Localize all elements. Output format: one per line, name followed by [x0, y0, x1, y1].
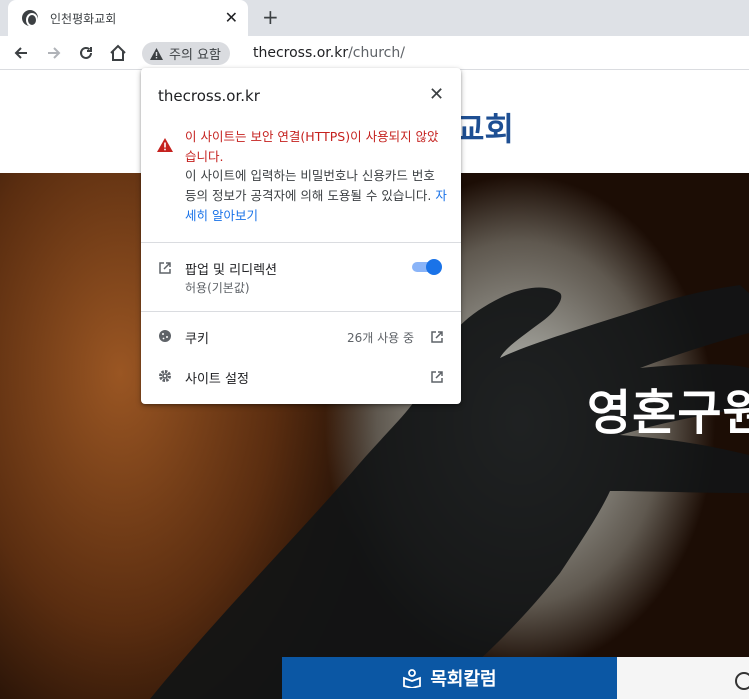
warning-title: 이 사이트는 보안 연결(HTTPS)이 사용되지 않았습니다. [185, 129, 439, 164]
external-link-icon [159, 262, 171, 274]
quick-link-next[interactable] [617, 657, 749, 699]
popups-toggle[interactable] [410, 259, 442, 275]
security-chip-label: 주의 요함 [169, 48, 221, 63]
popup-close-button[interactable]: ✕ [429, 86, 444, 104]
url-host: thecross.or.kr [253, 45, 349, 61]
new-tab-button[interactable]: + [262, 7, 279, 27]
popups-sublabel: 허용(기본값) [185, 281, 250, 295]
tab-title: 인천평화교회 [50, 11, 117, 26]
toggle-knob [426, 259, 442, 275]
circle-icon [735, 672, 749, 690]
toolbar: 주의 요함 thecross.or.kr/church/ [0, 36, 749, 70]
popup-host: thecross.or.kr [158, 87, 260, 105]
back-arrow-icon [14, 47, 27, 59]
home-icon [110, 44, 126, 61]
site-settings-label[interactable]: 사이트 설정 [185, 368, 249, 387]
reload-button[interactable] [75, 42, 97, 64]
forward-button[interactable] [43, 42, 65, 64]
warning-body: 이 사이트에 입력하는 비밀번호나 신용카드 번호 등의 정보가 공격자에 의해… [185, 166, 447, 226]
divider [141, 311, 461, 312]
tab-close-button[interactable]: ✕ [225, 10, 238, 26]
url-path: /church/ [348, 45, 405, 61]
tab-strip: 인천평화교회 ✕ + [0, 0, 749, 36]
hero-headline: 영혼구원 [587, 385, 749, 441]
home-button[interactable] [107, 42, 129, 64]
popups-label: 팝업 및 리디렉션 [185, 263, 277, 278]
warning-body-text: 이 사이트에 입력하는 비밀번호나 신용카드 번호 등의 정보가 공격자에 의해… [185, 168, 435, 203]
page-info-popup: thecross.or.kr ✕ 이 사이트는 보안 연결(HTTPS)이 사용… [141, 68, 461, 404]
globe-icon [22, 10, 38, 27]
tab-active[interactable]: 인천평화교회 ✕ [8, 0, 248, 36]
back-button[interactable] [10, 42, 32, 64]
warning-triangle-icon [150, 47, 163, 60]
quick-link-label: 목회칼럼 [430, 669, 497, 690]
cookie-icon [159, 330, 171, 342]
address-bar[interactable]: thecross.or.kr/church/ [253, 45, 405, 61]
gear-icon [159, 370, 171, 382]
cookies-label[interactable]: 쿠키 [185, 328, 209, 347]
cookies-count: 26개 사용 중 [347, 331, 415, 345]
book-icon [403, 669, 422, 688]
divider [141, 242, 461, 243]
open-in-new-icon[interactable] [430, 370, 444, 384]
warning-triangle-icon [157, 138, 173, 152]
forward-arrow-icon [48, 47, 61, 59]
open-in-new-icon[interactable] [430, 330, 444, 344]
site-logo[interactable]: 교회 [455, 104, 514, 150]
reload-icon [80, 46, 92, 59]
security-chip[interactable]: 주의 요함 [142, 42, 230, 65]
quick-link-pastor-column[interactable]: 목회칼럼 [282, 657, 617, 699]
